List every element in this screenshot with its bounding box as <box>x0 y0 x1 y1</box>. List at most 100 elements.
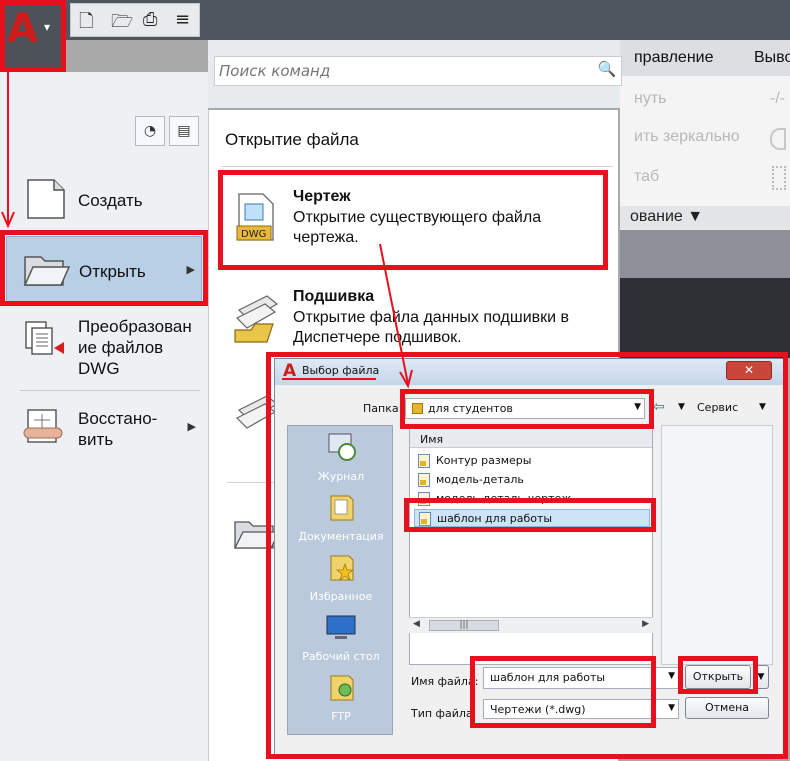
filename-label: Имя файла: <box>411 675 479 688</box>
autocad-logo-icon: A <box>7 6 38 52</box>
open-folder-icon[interactable]: 🗁 <box>111 9 133 39</box>
recent-documents-icon[interactable]: ◔ <box>135 116 165 146</box>
convert-dwg-icon <box>25 321 64 355</box>
chevron-down-icon: ▼ <box>668 703 675 713</box>
filetype-select[interactable]: Чертежи (*.dwg) ▼ <box>483 699 679 719</box>
search-input[interactable] <box>219 60 589 82</box>
new-drawing-icon <box>27 179 65 219</box>
place-ftp[interactable]: FTP <box>288 672 394 723</box>
scroll-right-icon[interactable]: ▶ <box>642 619 649 629</box>
history-icon <box>328 433 356 461</box>
places-bar: Журнал Документация Избранное Рабочий ст… <box>287 425 393 735</box>
chevron-right-icon: ▶ <box>187 420 196 433</box>
tools-menu[interactable]: Сервис <box>697 401 738 414</box>
folder-label: Папка: <box>363 402 403 415</box>
chevron-right-icon: ▶ <box>186 263 195 276</box>
open-documents-icon[interactable]: ▤ <box>169 116 199 146</box>
dialog-title: Выбор файла <box>302 364 380 377</box>
chevron-down-icon[interactable]: ▼ <box>759 402 766 412</box>
recent-docs-toolbar: ◔ ▤ <box>135 116 201 146</box>
ribbon-gray-area <box>620 230 790 278</box>
menu-item-new[interactable]: Создать <box>6 172 202 228</box>
file-row-selected[interactable]: шаблон для работы <box>414 509 650 527</box>
folder-icon <box>233 521 279 549</box>
preview-pane <box>661 425 773 665</box>
menu-item-open[interactable]: Открыть ▶ <box>6 236 202 302</box>
ribbon-panel: нуть ить зеркально таб -/- <box>620 76 790 206</box>
menu-item-label: Восстано- вить <box>78 409 158 449</box>
ribbon-panel-item[interactable]: таб <box>634 168 659 186</box>
ribbon-tabs: правление Выво <box>620 40 790 76</box>
sheet-set-icon <box>234 295 279 343</box>
documents-icon <box>330 495 354 521</box>
open-folder-icon <box>23 256 71 286</box>
ribbon-panel-label[interactable]: ование ▼ <box>620 206 790 230</box>
favorites-icon <box>330 555 355 582</box>
chevron-down-icon: ▾ <box>44 20 51 34</box>
ftp-icon <box>330 675 354 701</box>
quick-access-toolbar: 🗋 🗁 ⎙ ≡ <box>70 3 200 37</box>
place-desktop[interactable]: Рабочий стол <box>288 612 394 663</box>
dwg-file-icon <box>418 473 430 487</box>
horizontal-scrollbar[interactable]: ◀ ||| ▶ <box>409 617 653 633</box>
menu-item-convert[interactable]: Преобразован ие файлов DWG <box>6 314 202 380</box>
folder-icon <box>412 403 423 414</box>
dwg-file-icon <box>419 512 431 526</box>
close-button[interactable]: ✕ <box>726 361 772 380</box>
submenu-separator <box>221 166 613 167</box>
chevron-down-icon[interactable]: ▼ <box>678 402 685 412</box>
scroll-left-icon[interactable]: ◀ <box>413 619 420 629</box>
save-icon[interactable]: ⎙ <box>143 9 157 30</box>
search-icon[interactable]: 🔍 <box>597 60 617 82</box>
column-header-name[interactable]: Имя <box>410 430 652 448</box>
menu-item-recover[interactable]: Восстано- вить ▶ <box>6 402 202 456</box>
filetype-label: Тип файла: <box>411 707 477 720</box>
dialog-title-bar[interactable]: A Выбор файла ✕ <box>275 359 783 385</box>
open-button[interactable]: Открыть <box>685 665 751 689</box>
submenu-item-sheet-set[interactable]: Подшивка Открытие файла данных подшивки … <box>221 288 616 358</box>
file-row[interactable]: модель-деталь-чертеж <box>414 490 650 508</box>
dwg-file-icon <box>418 454 430 468</box>
scroll-thumb[interactable]: ||| <box>429 620 499 631</box>
application-menu-button[interactable]: A ▾ <box>0 0 66 72</box>
chevron-down-icon: ▼ <box>634 402 641 412</box>
command-search[interactable]: 🔍 <box>214 56 622 86</box>
place-history[interactable]: Журнал <box>288 432 394 483</box>
place-favorites[interactable]: Избранное <box>288 552 394 603</box>
autocad-logo-icon: A <box>283 361 297 381</box>
drawing-canvas[interactable] <box>620 278 790 358</box>
open-options-button[interactable]: ▼ <box>753 665 769 689</box>
submenu-item-title: Чертеж <box>293 188 351 205</box>
submenu-item-description: Открытие существующего файла чертежа. <box>293 209 542 246</box>
menu-item-label: Преобразован ие файлов DWG <box>78 317 192 378</box>
submenu-title: Открытие файла <box>225 130 359 149</box>
file-row[interactable]: модель-деталь <box>414 471 650 489</box>
filename-input[interactable]: шаблон для работы ▼ <box>483 667 679 689</box>
fillet-icon[interactable] <box>770 128 786 150</box>
menu-separator <box>20 390 200 391</box>
dwg-label: DWG <box>241 229 266 240</box>
ribbon-panel-item[interactable]: -/- <box>770 90 785 108</box>
partial-file-icon <box>235 395 279 429</box>
submenu-item-title: Подшивка <box>293 288 375 305</box>
dwg-file-icon: DWG <box>236 193 274 241</box>
ribbon-panel-item[interactable]: ить зеркально <box>634 128 740 146</box>
file-row[interactable]: Контур размеры <box>414 452 650 470</box>
array-icon[interactable] <box>772 166 786 190</box>
tab-modify[interactable]: правление <box>634 49 714 67</box>
chevron-down-icon: ▼ <box>668 671 675 681</box>
place-documents[interactable]: Документация <box>288 492 394 543</box>
menu-item-label: Создать <box>78 191 143 210</box>
tab-output[interactable]: Выво <box>754 49 790 67</box>
dwg-file-icon <box>418 492 430 506</box>
cancel-button[interactable]: Отмена <box>685 697 769 719</box>
menu-item-label: Открыть <box>79 262 146 281</box>
customize-icon[interactable]: ≡ <box>175 9 190 30</box>
desktop-icon <box>326 615 356 639</box>
folder-select[interactable]: для студентов ▼ <box>405 398 645 419</box>
submenu-item-drawing[interactable]: DWG Чертеж Открытие существующего файла … <box>221 188 616 258</box>
new-file-icon[interactable]: 🗋 <box>79 9 93 39</box>
submenu-item-description: Открытие файла данных подшивки в Диспетч… <box>293 309 570 346</box>
back-arrow-icon[interactable]: ⇦ <box>653 399 665 415</box>
ribbon-panel-item[interactable]: нуть <box>634 90 667 108</box>
